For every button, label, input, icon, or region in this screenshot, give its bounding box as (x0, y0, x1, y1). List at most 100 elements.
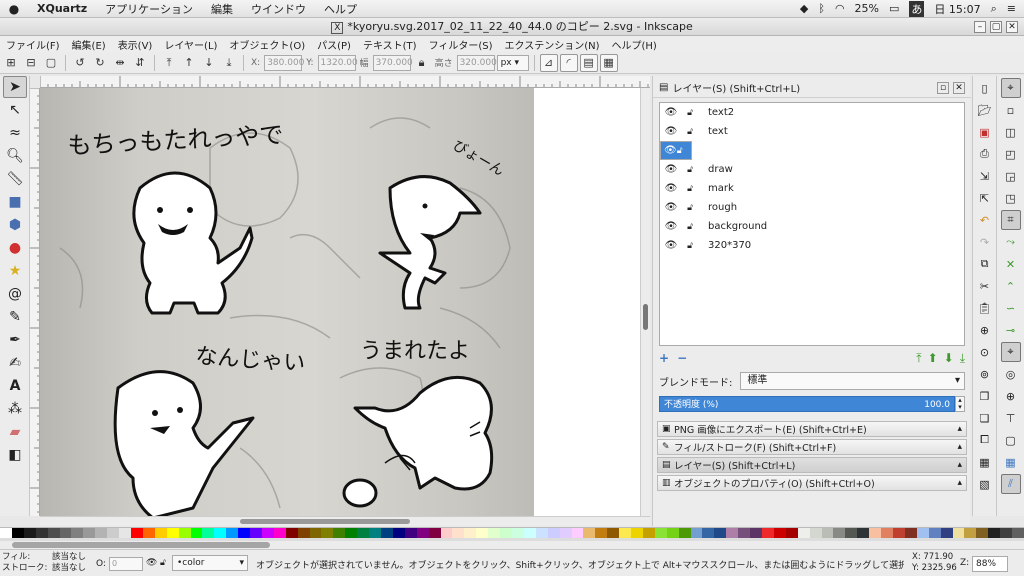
color-swatch[interactable] (809, 528, 822, 538)
color-swatch[interactable] (154, 528, 167, 538)
y-input[interactable]: 1320.00 (317, 54, 358, 71)
color-swatch[interactable] (416, 528, 429, 538)
color-swatch[interactable] (1000, 528, 1013, 538)
menu-xquartz[interactable]: XQuartz (28, 2, 96, 15)
color-swatch[interactable] (607, 528, 620, 538)
layer-row[interactable]: 👁︎ 🔓︎ text2 (660, 103, 964, 122)
color-swatch[interactable] (202, 528, 215, 538)
paste-icon[interactable]: 📋︎ (975, 298, 995, 318)
export-icon[interactable]: ⇱ (975, 188, 995, 208)
group-icon[interactable]: ▦ (975, 452, 995, 472)
rectangle-tool-icon[interactable]: ■ (3, 191, 27, 213)
color-swatch[interactable] (23, 528, 36, 538)
color-swatch[interactable] (273, 528, 286, 538)
open-icon[interactable]: 📂︎ (975, 100, 995, 120)
select-all-icon[interactable]: ⊞ (2, 54, 20, 72)
snap-path-intersection-icon[interactable]: ✕ (1001, 254, 1021, 274)
color-swatch[interactable] (535, 528, 548, 538)
layers-panel-header[interactable]: ▤ レイヤー(S) (Shift+Ctrl+L) ▫ ✕ (653, 78, 971, 98)
measure-tool-icon[interactable]: 📏︎ (3, 168, 27, 190)
node-tool-icon[interactable]: ↖ (3, 99, 27, 121)
layer-row[interactable]: 👁︎ 🔓︎ background (660, 217, 964, 236)
vscroll-thumb[interactable] (643, 304, 648, 330)
cut-icon[interactable]: ✂ (975, 276, 995, 296)
spray-tool-icon[interactable]: ⁂ (3, 398, 27, 420)
color-swatch[interactable] (381, 528, 393, 538)
color-swatch[interactable] (0, 528, 12, 538)
color-swatch[interactable] (988, 528, 1001, 538)
eye-icon[interactable]: 👁︎ (660, 202, 682, 213)
color-swatch[interactable] (797, 528, 810, 538)
zoom-page-icon[interactable]: ⊚ (975, 364, 995, 384)
stroke-value[interactable]: 該当なし (52, 563, 86, 574)
lock-icon[interactable]: 🔓︎ (682, 127, 698, 137)
color-swatch[interactable] (738, 528, 751, 538)
raise-to-top-icon[interactable]: ⤒ (160, 54, 178, 72)
color-swatch[interactable] (345, 528, 358, 538)
color-swatch[interactable] (107, 528, 120, 538)
snap-smooth-icon[interactable]: ∽ (1001, 298, 1021, 318)
snap-bbox-icon[interactable]: ▫ (1001, 100, 1021, 120)
color-swatch[interactable] (309, 528, 322, 538)
color-swatch[interactable] (190, 528, 203, 538)
close-button[interactable]: ✕ (1006, 21, 1018, 33)
redo-icon[interactable]: ↷ (975, 232, 995, 252)
undo-icon[interactable]: ↶ (975, 210, 995, 230)
paint-bucket-tool-icon[interactable]: ◧ (3, 444, 27, 466)
import-icon[interactable]: ⇲ (975, 166, 995, 186)
color-swatch[interactable] (488, 528, 501, 538)
zoom-input[interactable]: 88% (972, 556, 1008, 572)
color-swatch[interactable] (916, 528, 929, 538)
selector-tool-icon[interactable]: ➤ (3, 76, 27, 98)
layer-lock-icon[interactable]: 🔓︎ (160, 558, 166, 568)
transform-gradients-icon[interactable]: ▤ (579, 53, 598, 72)
maximize-button[interactable]: ▢ (990, 21, 1002, 33)
color-swatch[interactable] (261, 528, 274, 538)
color-swatch[interactable] (523, 528, 536, 538)
color-swatch[interactable] (1012, 528, 1024, 538)
eye-icon[interactable]: 👁︎ (660, 240, 682, 251)
width-input[interactable]: 370.000 (372, 54, 413, 71)
color-swatch[interactable] (452, 528, 465, 538)
menu-path[interactable]: パス(P) (311, 37, 357, 52)
rotate-ccw-icon[interactable]: ↺ (71, 54, 89, 72)
color-swatch[interactable] (631, 528, 643, 538)
eraser-tool-icon[interactable]: ▰ (3, 421, 27, 443)
eye-icon[interactable]: 👁︎ (660, 164, 682, 175)
layer-up-icon[interactable]: ⬆ (928, 351, 938, 366)
panel-iconify-icon[interactable]: ▫ (937, 82, 949, 94)
lock-icon[interactable]: 🔓︎ (682, 184, 698, 194)
color-swatch[interactable] (71, 528, 84, 538)
star-tool-icon[interactable]: ★ (3, 260, 27, 282)
horizontal-ruler[interactable] (40, 76, 650, 88)
menu-text[interactable]: テキスト(T) (357, 37, 423, 52)
new-document-icon[interactable]: ▯ (975, 78, 995, 98)
layer-row[interactable]: 👁︎ 🔓︎ mark (660, 179, 964, 198)
color-swatch[interactable] (857, 528, 870, 538)
copy-icon[interactable]: ⧉ (975, 254, 995, 274)
minimize-button[interactable]: – (974, 21, 986, 33)
opacity-slider[interactable]: 不透明度 (%) 100.0 (659, 396, 955, 412)
layer-visibility-icon[interactable]: 👁︎ (146, 558, 157, 568)
lock-icon[interactable]: 🔓︎ (682, 108, 698, 118)
color-swatch[interactable] (357, 528, 370, 538)
color-swatch[interactable] (476, 528, 489, 538)
menu-view[interactable]: 表示(V) (112, 37, 159, 52)
menu-help[interactable]: ヘルプ (315, 1, 366, 17)
text-tool-icon[interactable]: A (3, 375, 27, 397)
hscroll-thumb[interactable] (240, 519, 410, 524)
color-swatch[interactable] (583, 528, 596, 538)
canvas-vertical-scrollbar[interactable] (640, 88, 650, 516)
snap-toggle-icon[interactable]: ⌖ (1000, 78, 1021, 98)
status-opacity-input[interactable]: 0 (108, 557, 143, 571)
menu-file[interactable]: ファイル(F) (0, 37, 66, 52)
spiral-tool-icon[interactable]: @ (3, 283, 27, 305)
menu-applications[interactable]: アプリケーション (96, 1, 202, 17)
color-swatch[interactable] (940, 528, 953, 538)
menu-object[interactable]: オブジェクト(O) (223, 37, 311, 52)
snap-bbox-center-icon[interactable]: ◳ (1001, 188, 1021, 208)
blend-mode-select[interactable]: 標準 ▾ (740, 372, 965, 390)
calligraphy-tool-icon[interactable]: ✍ (3, 352, 27, 374)
snap-cusp-icon[interactable]: ⌃ (1001, 276, 1021, 296)
add-layer-icon[interactable]: + (659, 351, 669, 365)
